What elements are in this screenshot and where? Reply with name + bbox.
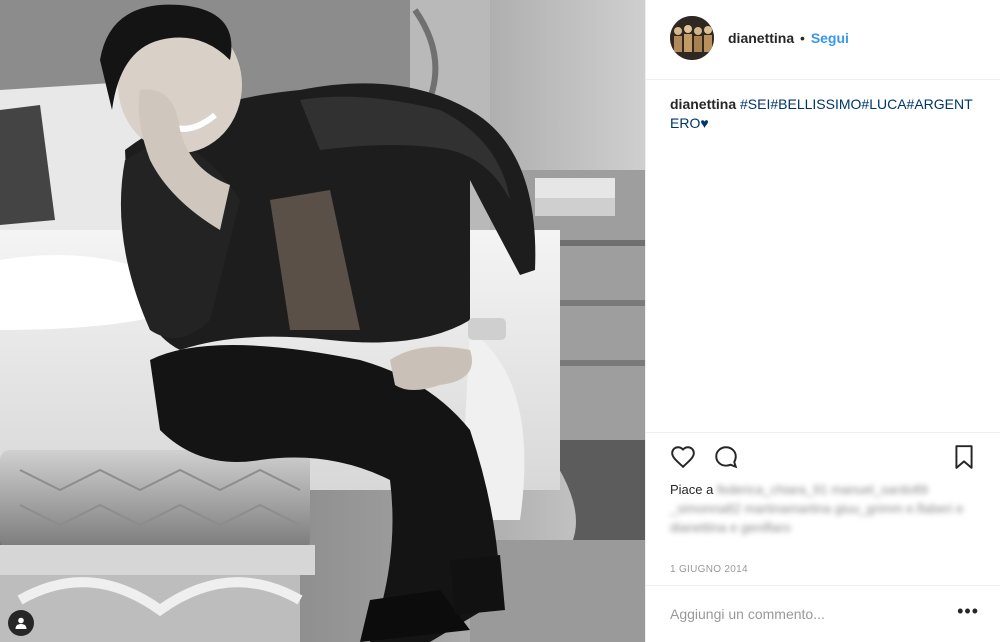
likes-names-blurred: federica_chiara_91 manuel_sardo89 _simon…	[670, 482, 964, 535]
comment-input[interactable]	[670, 606, 940, 622]
likes-prefix: Piace a	[670, 482, 714, 497]
heart-icon[interactable]	[670, 444, 696, 475]
comment-icon[interactable]	[713, 444, 739, 475]
post-photo-image	[0, 0, 645, 642]
comment-bar: •••	[646, 585, 1000, 642]
caption-username[interactable]: dianettina	[670, 96, 736, 112]
post-date[interactable]: 1 GIUGNO 2014	[670, 564, 748, 575]
post-sidebar: dianettina • Segui dianettina #SEI#BELLI…	[645, 0, 1000, 642]
author-username[interactable]: dianettina	[728, 30, 794, 46]
post-author-line: dianettina • Segui	[728, 30, 849, 46]
post-photo[interactable]	[0, 0, 645, 642]
more-options-button[interactable]: •••	[957, 601, 979, 622]
user-tag-icon[interactable]	[8, 610, 34, 636]
bookmark-icon[interactable]	[952, 444, 976, 475]
likes-summary: Piace a federica_chiara_91 manuel_sardo8…	[670, 480, 980, 537]
follow-button[interactable]: Segui	[811, 30, 849, 46]
post-header: dianettina • Segui	[646, 0, 1000, 80]
post-caption: dianettina #SEI#BELLISSIMO#LUCA#ARGENTER…	[670, 95, 980, 133]
actions-divider	[646, 432, 1000, 433]
separator-dot: •	[800, 30, 805, 46]
avatar[interactable]	[670, 16, 714, 60]
instagram-post: dianettina • Segui dianettina #SEI#BELLI…	[0, 0, 1000, 642]
